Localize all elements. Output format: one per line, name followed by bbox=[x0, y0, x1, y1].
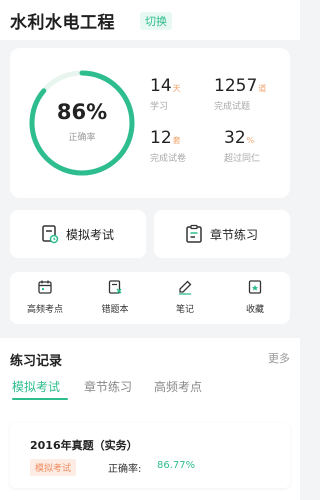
stats-card: 86% 正确率 14天 学习 1257道 完成试题 12套 完成试卷 32% 超… bbox=[10, 48, 290, 198]
accuracy-label: 正确率 bbox=[68, 133, 96, 143]
practice-records: 练习记录 更多 模拟考试 章节练习 高频考点 2016年真题（实务） 模拟考试 … bbox=[0, 338, 300, 500]
stat-unit: 道 bbox=[258, 84, 267, 93]
wrong-book-icon bbox=[108, 280, 122, 294]
calendar-icon bbox=[38, 280, 52, 294]
tool-label: 收藏 bbox=[245, 305, 264, 315]
active-tab-indicator bbox=[12, 398, 68, 400]
stat-papers-done: 12套 完成试卷 bbox=[150, 128, 230, 164]
page-title: 水利水电工程 bbox=[10, 13, 115, 33]
switch-button[interactable]: 切换 bbox=[140, 12, 172, 30]
stat-questions-done: 1257道 完成试题 bbox=[214, 76, 294, 112]
wrong-book-button[interactable]: 错题本 bbox=[80, 276, 150, 320]
favorites-button[interactable]: 收藏 bbox=[220, 276, 290, 320]
exam-paper-icon bbox=[42, 225, 59, 244]
stat-unit: 天 bbox=[172, 84, 181, 93]
mock-exam-button[interactable]: 模拟考试 bbox=[10, 210, 146, 258]
record-item[interactable]: 2016年真题（实务） 模拟考试 正确率: 86.77% bbox=[10, 423, 290, 488]
record-accuracy-value: 86.77% bbox=[157, 460, 196, 471]
stat-value: 12 bbox=[150, 128, 172, 148]
accuracy-value: 86% bbox=[56, 100, 108, 124]
chapter-practice-label: 章节练习 bbox=[210, 228, 259, 242]
stat-label: 完成试卷 bbox=[150, 154, 187, 164]
tools-card: 高频考点 错题本 笔记 收藏 bbox=[10, 272, 290, 324]
pencil-icon bbox=[179, 280, 192, 295]
stat-unit: % bbox=[246, 136, 255, 145]
header: 水利水电工程 切换 bbox=[0, 0, 300, 40]
favorites-icon bbox=[248, 280, 262, 294]
mock-exam-label: 模拟考试 bbox=[66, 228, 115, 242]
tab-high-frequency[interactable]: 高频考点 bbox=[154, 378, 202, 395]
tab-chapter-practice[interactable]: 章节练习 bbox=[84, 378, 132, 395]
tool-label: 错题本 bbox=[101, 305, 129, 315]
stat-unit: 套 bbox=[172, 136, 181, 145]
stat-label: 超过同仁 bbox=[224, 154, 261, 164]
tab-mock-exam[interactable]: 模拟考试 bbox=[12, 378, 60, 395]
record-tag: 模拟考试 bbox=[30, 459, 77, 476]
stat-value: 1257 bbox=[214, 76, 258, 96]
stat-value: 32 bbox=[224, 128, 246, 148]
stat-label: 完成试题 bbox=[214, 102, 251, 112]
stat-beat-peers: 32% 超过同仁 bbox=[224, 128, 304, 164]
record-name: 2016年真题（实务） bbox=[30, 439, 138, 452]
more-link[interactable]: 更多 bbox=[268, 350, 290, 366]
record-accuracy-label: 正确率: bbox=[108, 464, 142, 475]
chapter-practice-button[interactable]: 章节练习 bbox=[154, 210, 290, 258]
tool-label: 高频考点 bbox=[26, 305, 63, 315]
clipboard-icon bbox=[186, 224, 202, 243]
tool-label: 笔记 bbox=[175, 305, 194, 315]
high-frequency-points-button[interactable]: 高频考点 bbox=[10, 276, 80, 320]
stat-value: 14 bbox=[150, 76, 172, 96]
records-title: 练习记录 bbox=[10, 354, 63, 369]
notes-button[interactable]: 笔记 bbox=[150, 276, 220, 320]
